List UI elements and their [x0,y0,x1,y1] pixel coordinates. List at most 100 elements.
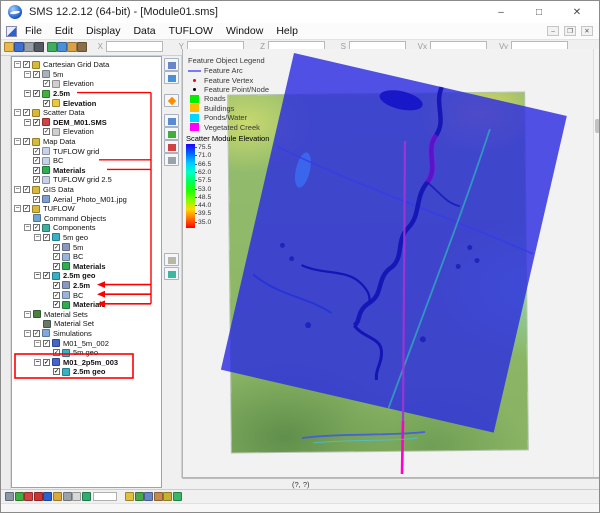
tree-item-command-objects-16[interactable]: Command Objects [12,214,161,224]
tree-item-2-5m-geo-22[interactable]: −✓2.5m geo [12,271,161,281]
expander-icon[interactable]: − [14,138,21,145]
tree-item-elevation-7[interactable]: ✓Elevation [12,127,161,137]
expander-icon[interactable]: − [34,359,41,366]
measure-tool-icon[interactable] [67,42,77,52]
tree-item-5m-geo-18[interactable]: −✓5m geo [12,233,161,243]
tree-item-scatter-data-5[interactable]: −✓Scatter Data [12,108,161,118]
checkbox-checked-icon[interactable]: ✓ [53,253,60,260]
checkbox-checked-icon[interactable]: ✓ [43,234,50,241]
bottom-tool-icon-2[interactable] [135,492,144,501]
tree-item-elevation-4[interactable]: ✓Elevation [12,98,161,108]
tree-item-tuflow-15[interactable]: −✓TUFLOW [12,204,161,214]
x-input[interactable] [106,41,163,52]
frame-image-icon[interactable] [164,114,179,127]
expander-icon[interactable]: − [24,330,31,337]
checkbox-checked-icon[interactable]: ✓ [33,148,40,155]
checkbox-checked-icon[interactable]: ✓ [33,71,40,78]
menu-help[interactable]: Help [276,25,298,37]
scatter-module-icon[interactable] [24,492,33,501]
tree-item-gis-data-13[interactable]: −✓GIS Data [12,185,161,195]
checkbox-checked-icon[interactable]: ✓ [43,359,50,366]
checkbox-checked-icon[interactable]: ✓ [33,90,40,97]
pointer-select-icon[interactable] [164,58,179,71]
checkbox-checked-icon[interactable]: ✓ [53,292,60,299]
expander-icon[interactable]: − [14,205,21,212]
cartesian-grid-module-icon[interactable] [15,492,24,501]
checkbox-checked-icon[interactable]: ✓ [33,167,40,174]
checkbox-checked-icon[interactable]: ✓ [43,100,50,107]
checkbox-checked-icon[interactable]: ✓ [53,282,60,289]
map-scrollbar[interactable] [593,49,600,478]
expander-icon[interactable]: − [24,311,31,318]
checkbox-checked-icon[interactable]: ✓ [33,119,40,126]
print-icon[interactable] [24,42,34,52]
tree-item-m01-5m-002-29[interactable]: −✓M01_5m_002 [12,338,161,348]
map-viewport[interactable]: Feature Object Legend Feature ArcFeature… [182,49,600,478]
scrollbar-thumb[interactable] [595,119,600,133]
curvilinear-grid-module-icon[interactable] [34,492,43,501]
expander-icon[interactable]: − [34,234,41,241]
tree-item-m01-2p5m-003-31[interactable]: −✓M01_2p5m_003 [12,357,161,367]
tree-item-material-set-27[interactable]: Material Set [12,319,161,329]
expander-icon[interactable]: − [24,90,31,97]
menu-file[interactable]: File [25,25,42,37]
previous-view-icon[interactable] [164,253,179,266]
checkbox-checked-icon[interactable]: ✓ [53,349,60,356]
checkbox-checked-icon[interactable]: ✓ [53,263,60,270]
expander-icon[interactable]: − [24,71,31,78]
tree-item-5m-19[interactable]: ✓5m [12,242,161,252]
bottom-tool-icon-6[interactable] [173,492,182,501]
tree-item-materials-11[interactable]: ✓Materials [12,166,161,176]
expander-icon[interactable]: − [14,109,21,116]
checkbox-checked-icon[interactable]: ✓ [33,157,40,164]
save-icon[interactable] [14,42,24,52]
checkbox-checked-icon[interactable]: ✓ [53,244,60,251]
child-restore-button[interactable]: ❐ [564,26,576,36]
expander-icon[interactable]: − [34,272,41,279]
checkbox-checked-icon[interactable]: ✓ [23,205,30,212]
delete-icon[interactable] [34,42,44,52]
river-module-icon[interactable] [53,492,62,501]
tools-icon[interactable] [77,42,87,52]
color-ramp-icon[interactable] [164,267,179,280]
gis-module-icon[interactable] [63,492,72,501]
child-close-button[interactable]: ✕ [581,26,593,36]
open-file-icon[interactable] [4,42,14,52]
bottom-tool-icon-1[interactable] [125,492,134,501]
tree-item-5m-1[interactable]: −✓5m [12,70,161,80]
selection-box-icon[interactable] [164,153,179,166]
tree-item-cartesian-grid-data-0[interactable]: −✓Cartesian Grid Data [12,60,161,70]
minimize-button[interactable]: – [495,7,507,18]
tree-item-elevation-2[interactable]: ✓Elevation [12,79,161,89]
bottom-tool-icon-5[interactable] [163,492,172,501]
expander-icon[interactable]: − [24,224,31,231]
scatter-display-icon[interactable] [164,140,179,153]
child-minimize-button[interactable]: – [547,26,559,36]
menu-display[interactable]: Display [86,25,120,37]
checkbox-checked-icon[interactable]: ✓ [53,368,60,375]
tree-item-aerial-photo-m01-jpg-14[interactable]: ✓Aerial_Photo_M01.jpg [12,194,161,204]
checkbox-checked-icon[interactable]: ✓ [33,330,40,337]
tree-item-simulations-28[interactable]: −✓Simulations [12,329,161,339]
module-bar-input[interactable] [93,492,117,501]
checkbox-checked-icon[interactable]: ✓ [23,109,30,116]
close-button[interactable]: ✕ [571,7,583,18]
checkbox-checked-icon[interactable]: ✓ [23,186,30,193]
tree-item-2-5m-geo-32[interactable]: ✓2.5m geo [12,367,161,377]
mesh-module-icon[interactable] [5,492,14,501]
create-feature-icon[interactable] [164,94,179,107]
expander-icon[interactable]: − [14,61,21,68]
tree-item-map-data-8[interactable]: −✓Map Data [12,137,161,147]
tree-item-material-sets-26[interactable]: −Material Sets [12,309,161,319]
menu-window[interactable]: Window [226,25,263,37]
zoom-magnifier-icon[interactable] [164,71,179,84]
checkbox-checked-icon[interactable]: ✓ [23,138,30,145]
tree-item-dem-m01-sms-6[interactable]: −✓DEM_M01.SMS [12,118,161,128]
map-module-icon[interactable] [43,492,52,501]
checkbox-checked-icon[interactable]: ✓ [43,272,50,279]
expander-icon[interactable]: − [14,186,21,193]
refresh-image-icon[interactable] [47,42,57,52]
annotations-module-icon[interactable] [82,492,91,501]
checkbox-checked-icon[interactable]: ✓ [43,340,50,347]
grid-display-icon[interactable] [164,127,179,140]
